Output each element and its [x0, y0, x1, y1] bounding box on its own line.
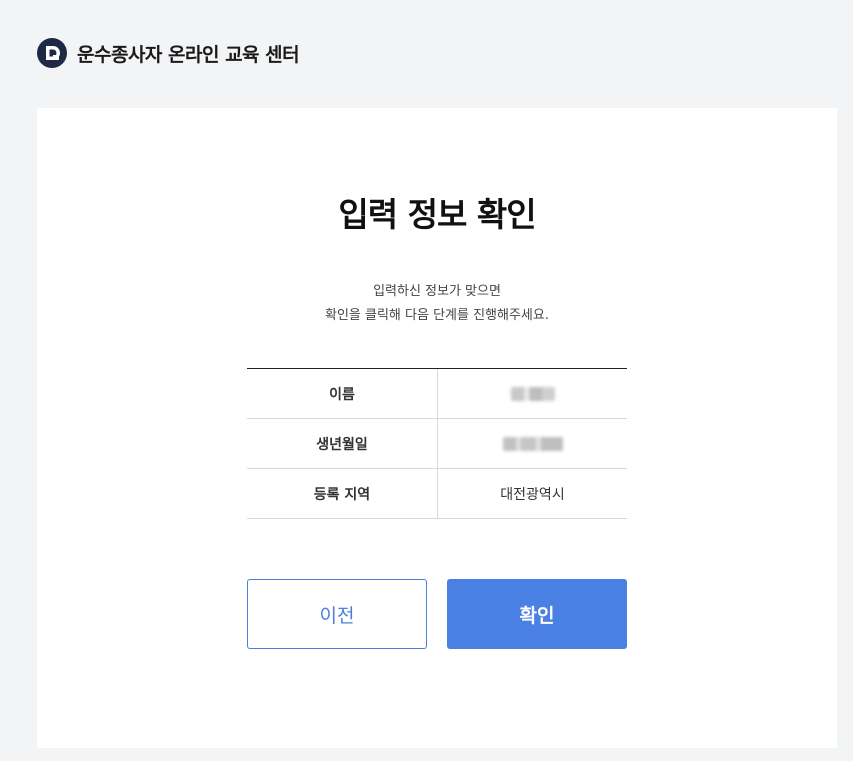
birthdate-label: 생년월일 [247, 419, 438, 468]
header: 운수종사자 온라인 교육 센터 [37, 38, 300, 68]
confirm-button[interactable]: 확인 [447, 579, 627, 649]
table-row-name: 이름 [247, 369, 627, 419]
content-card: 입력 정보 확인 입력하신 정보가 맞으면 확인을 클릭해 다음 단계를 진행해… [37, 108, 837, 748]
site-title[interactable]: 운수종사자 온라인 교육 센터 [77, 40, 300, 67]
d-logo-icon[interactable] [37, 38, 67, 68]
description: 입력하신 정보가 맞으면 확인을 클릭해 다음 단계를 진행해주세요. [37, 280, 837, 328]
redacted-birthdate [502, 436, 563, 451]
table-row-birthdate: 생년월일 [247, 419, 627, 469]
page-title: 입력 정보 확인 [338, 195, 536, 234]
name-label: 이름 [247, 369, 438, 418]
table-row-region: 등록 지역 대전광역시 [247, 469, 627, 519]
redacted-name [510, 386, 555, 401]
description-line-2: 확인을 클릭해 다음 단계를 진행해주세요. [325, 308, 549, 323]
info-table: 이름 생년월일 등록 지역 대전광역시 [247, 368, 627, 519]
region-value: 대전광역시 [500, 486, 565, 503]
name-value [438, 369, 627, 418]
birthdate-value [438, 419, 627, 468]
description-line-1: 입력하신 정보가 맞으면 [373, 284, 501, 299]
region-label: 등록 지역 [247, 469, 438, 518]
prev-button[interactable]: 이전 [247, 579, 427, 649]
